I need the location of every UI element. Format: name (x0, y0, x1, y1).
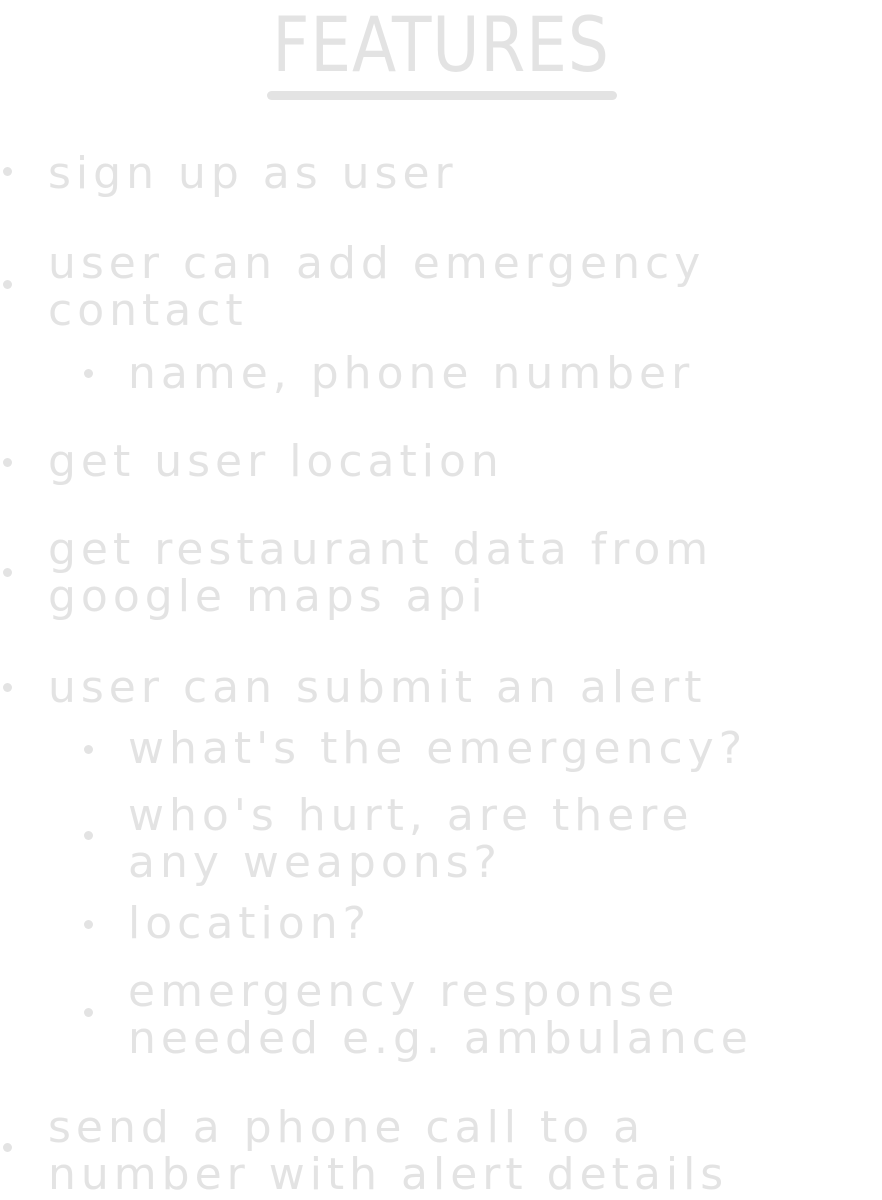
list-item-text: location? (128, 898, 371, 949)
list-item: get user location (48, 438, 504, 485)
sub-bullet-dot (84, 745, 93, 754)
list-item-text: emergency response (128, 966, 680, 1017)
sub-list-item: what's the emergency? (128, 725, 747, 772)
list-item-text: google maps api (48, 571, 488, 622)
list-item: send a phone call to a number with alert… (48, 1104, 728, 1198)
list-item-text: user can submit an alert (48, 662, 707, 713)
list-item: get restaurant data from google maps api (48, 526, 713, 620)
sub-bullet-dot (84, 369, 93, 378)
list-item-text: contact (48, 285, 248, 336)
sub-bullet-dot (84, 831, 93, 840)
list-item: user can submit an alert (48, 664, 706, 711)
sub-bullet-dot (84, 920, 93, 929)
sub-list-item: emergency response needed e.g. ambulance (128, 968, 753, 1062)
title-underline (267, 91, 617, 100)
list-item-text: what's the emergency? (128, 723, 748, 774)
page-title: FEATURES (272, 0, 610, 89)
list-item-text: name, phone number (128, 348, 695, 399)
list-item: user can add emergency contact (48, 240, 705, 334)
list-item-text: user can add emergency (48, 238, 706, 289)
list-item-text: send a phone call to a (48, 1102, 646, 1153)
list-item-text: number with alert details (48, 1149, 729, 1200)
sub-list-item: name, phone number (128, 350, 694, 397)
list-item-text: get user location (48, 436, 504, 487)
list-item-text: who's hurt, are there (128, 790, 694, 841)
bullet-dot (3, 1143, 12, 1152)
bullet-dot (3, 280, 12, 289)
bullet-dot (3, 568, 12, 577)
list-item-text: sign up as user (48, 148, 458, 199)
sub-bullet-dot (84, 1008, 93, 1017)
bullet-dot (3, 458, 12, 467)
bullet-dot (3, 167, 12, 176)
sub-list-item: location? (128, 900, 371, 947)
list-item-text: get restaurant data from (48, 524, 714, 575)
list-item: sign up as user (48, 150, 458, 197)
list-item-text: needed e.g. ambulance (128, 1013, 753, 1064)
list-item-text: any weapons? (128, 837, 502, 888)
sub-list-item: who's hurt, are there any weapons? (128, 792, 693, 886)
bullet-dot (3, 683, 12, 692)
